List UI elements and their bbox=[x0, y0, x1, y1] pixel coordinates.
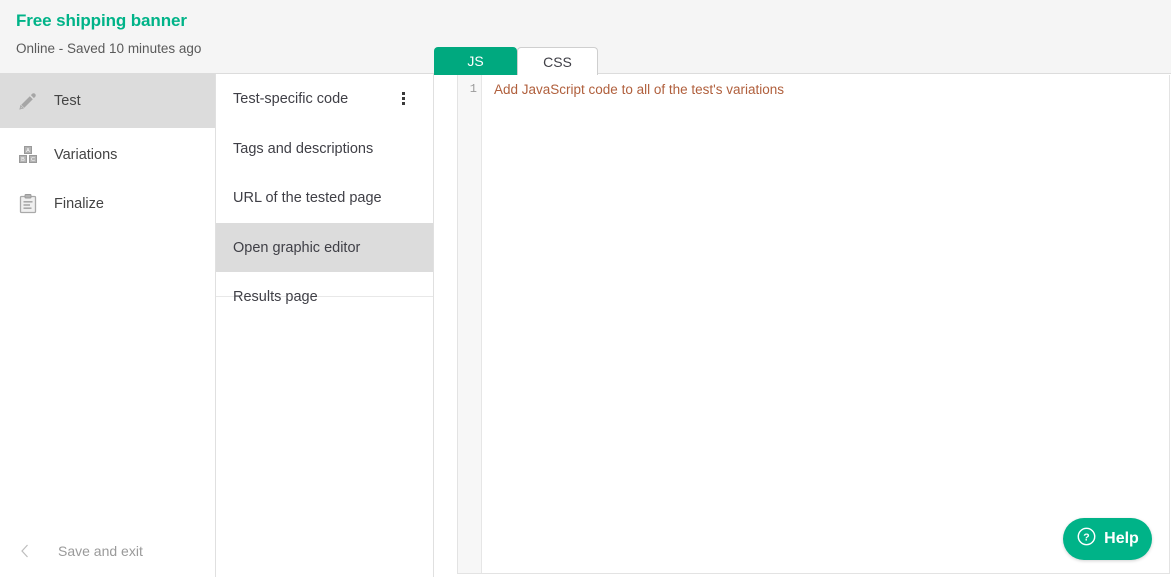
menu-item-open-graphic-editor[interactable]: Open graphic editor bbox=[216, 223, 433, 272]
menu-item-tags-and-descriptions[interactable]: Tags and descriptions bbox=[216, 124, 433, 173]
help-button-label: Help bbox=[1104, 530, 1139, 547]
clipboard-icon bbox=[12, 192, 44, 216]
sidebar-item-label: Finalize bbox=[54, 196, 104, 212]
sidebar-item-label: Test bbox=[54, 93, 81, 109]
help-button[interactable]: ? Help bbox=[1063, 518, 1152, 560]
code-editor-area[interactable]: 1 Add JavaScript code to all of the test… bbox=[457, 75, 1170, 574]
menu-item-label: URL of the tested page bbox=[233, 189, 382, 206]
status-text: Online - Saved 10 minutes ago bbox=[16, 41, 202, 56]
menu-item-label: Results page bbox=[233, 288, 318, 305]
editor-gutter: 1 bbox=[458, 75, 482, 573]
save-and-exit-label: Save and exit bbox=[58, 543, 143, 559]
sidebar-item-label: Variations bbox=[54, 147, 118, 163]
line-number: 1 bbox=[469, 82, 477, 96]
tab-js[interactable]: JS bbox=[434, 47, 517, 75]
tab-css-label: CSS bbox=[543, 53, 572, 70]
tab-css[interactable]: CSS bbox=[517, 47, 598, 75]
sidebar-item-test[interactable]: Test bbox=[0, 74, 215, 128]
save-and-exit-button[interactable]: Save and exit bbox=[0, 530, 215, 572]
svg-text:B: B bbox=[21, 157, 25, 163]
question-circle-icon: ? bbox=[1076, 526, 1097, 552]
svg-text:?: ? bbox=[1083, 532, 1089, 544]
pencil-icon bbox=[12, 89, 44, 113]
app-root: Free shipping banner Online - Saved 10 m… bbox=[0, 0, 1171, 577]
test-settings-menu: Test-specific code Tags and descriptions… bbox=[216, 74, 434, 577]
editor-tabs: JS CSS bbox=[434, 0, 1171, 75]
menu-item-results-page[interactable]: Results page bbox=[216, 272, 433, 321]
menu-item-url-of-the-tested-page[interactable]: URL of the tested page bbox=[216, 173, 433, 222]
menu-item-label: Tags and descriptions bbox=[233, 140, 374, 157]
menu-item-label: Open graphic editor bbox=[233, 239, 361, 256]
page-title: Free shipping banner bbox=[16, 11, 187, 30]
sidebar: Test A B C Variations Finalize Save and … bbox=[0, 74, 216, 577]
abc-blocks-icon: A B C bbox=[12, 143, 44, 167]
sidebar-item-finalize[interactable]: Finalize bbox=[0, 177, 215, 231]
more-vertical-icon[interactable] bbox=[395, 89, 411, 109]
chevron-left-icon bbox=[14, 543, 36, 559]
menu-item-test-specific-code[interactable]: Test-specific code bbox=[216, 74, 433, 123]
code-placeholder-text: Add JavaScript code to all of the test's… bbox=[494, 82, 784, 97]
sidebar-item-variations[interactable]: A B C Variations bbox=[0, 128, 215, 182]
svg-text:C: C bbox=[31, 157, 35, 163]
tab-js-label: JS bbox=[467, 53, 484, 69]
menu-item-label: Test-specific code bbox=[233, 90, 349, 107]
code-editor-panel: JS CSS 1 Add JavaScript code to all of t… bbox=[434, 0, 1171, 577]
svg-text:A: A bbox=[26, 148, 30, 154]
